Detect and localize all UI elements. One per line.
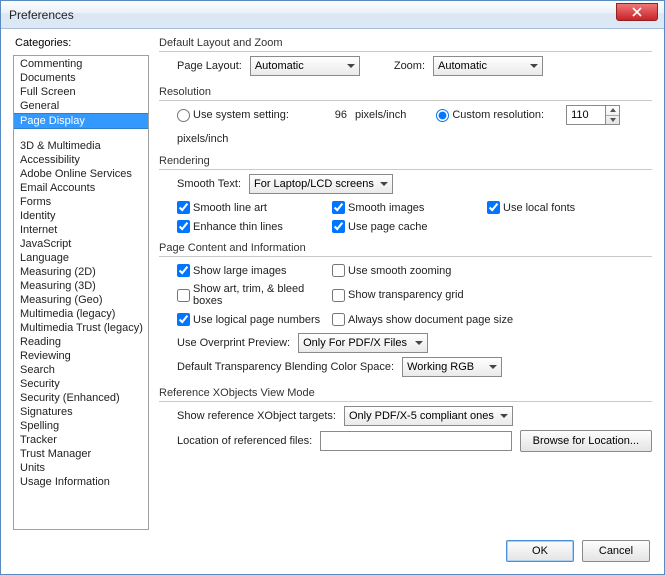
category-item[interactable]: Full Screen — [14, 85, 148, 99]
smooth-text-combo[interactable]: For Laptop/LCD screens — [249, 174, 393, 194]
page-layout-label: Page Layout: — [177, 60, 242, 72]
enhance-thin-lines-check[interactable]: Enhance thin lines — [177, 220, 332, 233]
use-system-radio[interactable]: Use system setting: — [177, 109, 297, 122]
category-item[interactable]: Forms — [14, 195, 148, 209]
browse-location-button[interactable]: Browse for Location... — [520, 430, 652, 452]
custom-dpi-spinner[interactable] — [566, 105, 620, 125]
smooth-line-art-check[interactable]: Smooth line art — [177, 201, 332, 214]
category-item[interactable]: Search — [14, 363, 148, 377]
group-page-content: Page Content and Information Show large … — [159, 242, 652, 381]
zoom-combo[interactable]: Automatic — [433, 56, 543, 76]
cancel-button[interactable]: Cancel — [582, 540, 650, 562]
location-input[interactable] — [320, 431, 511, 451]
use-page-cache-check[interactable]: Use page cache — [332, 220, 487, 233]
category-item[interactable]: Measuring (3D) — [14, 279, 148, 293]
category-item[interactable]: Internet — [14, 223, 148, 237]
use-logical-page-numbers-check[interactable]: Use logical page numbers — [177, 313, 332, 326]
titlebar: Preferences — [1, 1, 664, 29]
category-item[interactable]: Measuring (Geo) — [14, 293, 148, 307]
use-local-fonts-check[interactable]: Use local fonts — [487, 201, 642, 214]
dialog-footer: OK Cancel — [1, 534, 664, 574]
group-resolution: Resolution Use system setting: 96 pixels… — [159, 86, 652, 149]
category-item[interactable]: Commenting — [14, 57, 148, 71]
overprint-label: Use Overprint Preview: — [177, 337, 290, 349]
overprint-combo[interactable]: Only For PDF/X Files — [298, 333, 428, 353]
category-item[interactable]: Documents — [14, 71, 148, 85]
show-transparency-grid-check[interactable]: Show transparency grid — [332, 283, 542, 307]
blend-space-combo[interactable]: Working RGB — [402, 357, 502, 377]
zoom-label: Zoom: — [394, 60, 425, 72]
group-reference-xobjects: Reference XObjects View Mode Show refere… — [159, 387, 652, 456]
ok-button[interactable]: OK — [506, 540, 574, 562]
use-smooth-zooming-check[interactable]: Use smooth zooming — [332, 264, 542, 277]
spinner-arrows[interactable] — [606, 105, 620, 125]
unit-label: pixels/inch — [177, 133, 228, 145]
category-item[interactable]: Measuring (2D) — [14, 265, 148, 279]
category-item[interactable]: Adobe Online Services — [14, 167, 148, 181]
category-item[interactable]: Security (Enhanced) — [14, 391, 148, 405]
category-item[interactable]: Trust Manager — [14, 447, 148, 461]
close-icon — [632, 7, 642, 17]
group-title: Reference XObjects View Mode — [159, 387, 652, 402]
show-ref-targets-label: Show reference XObject targets: — [177, 410, 336, 422]
smooth-images-check[interactable]: Smooth images — [332, 201, 487, 214]
close-button[interactable] — [616, 3, 658, 21]
category-item[interactable]: Multimedia Trust (legacy) — [14, 321, 148, 335]
group-title: Default Layout and Zoom — [159, 37, 652, 52]
show-art-trim-check[interactable]: Show art, trim, & bleed boxes — [177, 283, 332, 307]
category-item[interactable]: Accessibility — [14, 153, 148, 167]
category-item[interactable]: Tracker — [14, 433, 148, 447]
group-rendering: Rendering Smooth Text: For Laptop/LCD sc… — [159, 155, 652, 236]
spin-down-icon[interactable] — [606, 116, 619, 125]
categories-label: Categories: — [15, 37, 149, 49]
always-show-doc-size-check[interactable]: Always show document page size — [332, 313, 542, 326]
category-item[interactable]: Email Accounts — [14, 181, 148, 195]
custom-dpi-input[interactable] — [566, 105, 606, 125]
category-item[interactable]: Reviewing — [14, 349, 148, 363]
category-item[interactable]: Usage Information — [14, 475, 148, 489]
category-item[interactable]: 3D & Multimedia — [14, 139, 148, 153]
category-item[interactable]: Units — [14, 461, 148, 475]
category-item[interactable]: Page Display — [14, 113, 148, 129]
custom-resolution-radio[interactable]: Custom resolution: — [436, 109, 544, 122]
category-item[interactable]: Reading — [14, 335, 148, 349]
categories-listbox[interactable]: CommentingDocumentsFull ScreenGeneralPag… — [13, 55, 149, 530]
category-item[interactable]: Signatures — [14, 405, 148, 419]
window-title: Preferences — [9, 8, 74, 22]
location-label: Location of referenced files: — [177, 435, 312, 447]
category-item[interactable]: Language — [14, 251, 148, 265]
spin-up-icon[interactable] — [606, 106, 619, 116]
category-item[interactable]: Identity — [14, 209, 148, 223]
unit-label: pixels/inch — [355, 109, 406, 121]
blend-space-label: Default Transparency Blending Color Spac… — [177, 361, 394, 373]
categories-panel: Categories: CommentingDocumentsFull Scre… — [13, 37, 149, 530]
group-title: Page Content and Information — [159, 242, 652, 257]
page-layout-combo[interactable]: Automatic — [250, 56, 360, 76]
group-title: Rendering — [159, 155, 652, 170]
category-item[interactable]: Security — [14, 377, 148, 391]
category-item[interactable]: Multimedia (legacy) — [14, 307, 148, 321]
group-layout-zoom: Default Layout and Zoom Page Layout: Aut… — [159, 37, 652, 80]
show-large-images-check[interactable]: Show large images — [177, 264, 332, 277]
settings-panel: Default Layout and Zoom Page Layout: Aut… — [159, 37, 652, 530]
category-item[interactable]: JavaScript — [14, 237, 148, 251]
system-dpi-value: 96 — [319, 109, 347, 121]
group-title: Resolution — [159, 86, 652, 101]
show-ref-targets-combo[interactable]: Only PDF/X-5 compliant ones — [344, 406, 513, 426]
category-item[interactable]: General — [14, 99, 148, 113]
category-item[interactable]: Spelling — [14, 419, 148, 433]
preferences-window: Preferences Categories: CommentingDocume… — [0, 0, 665, 575]
smooth-text-label: Smooth Text: — [177, 178, 241, 190]
